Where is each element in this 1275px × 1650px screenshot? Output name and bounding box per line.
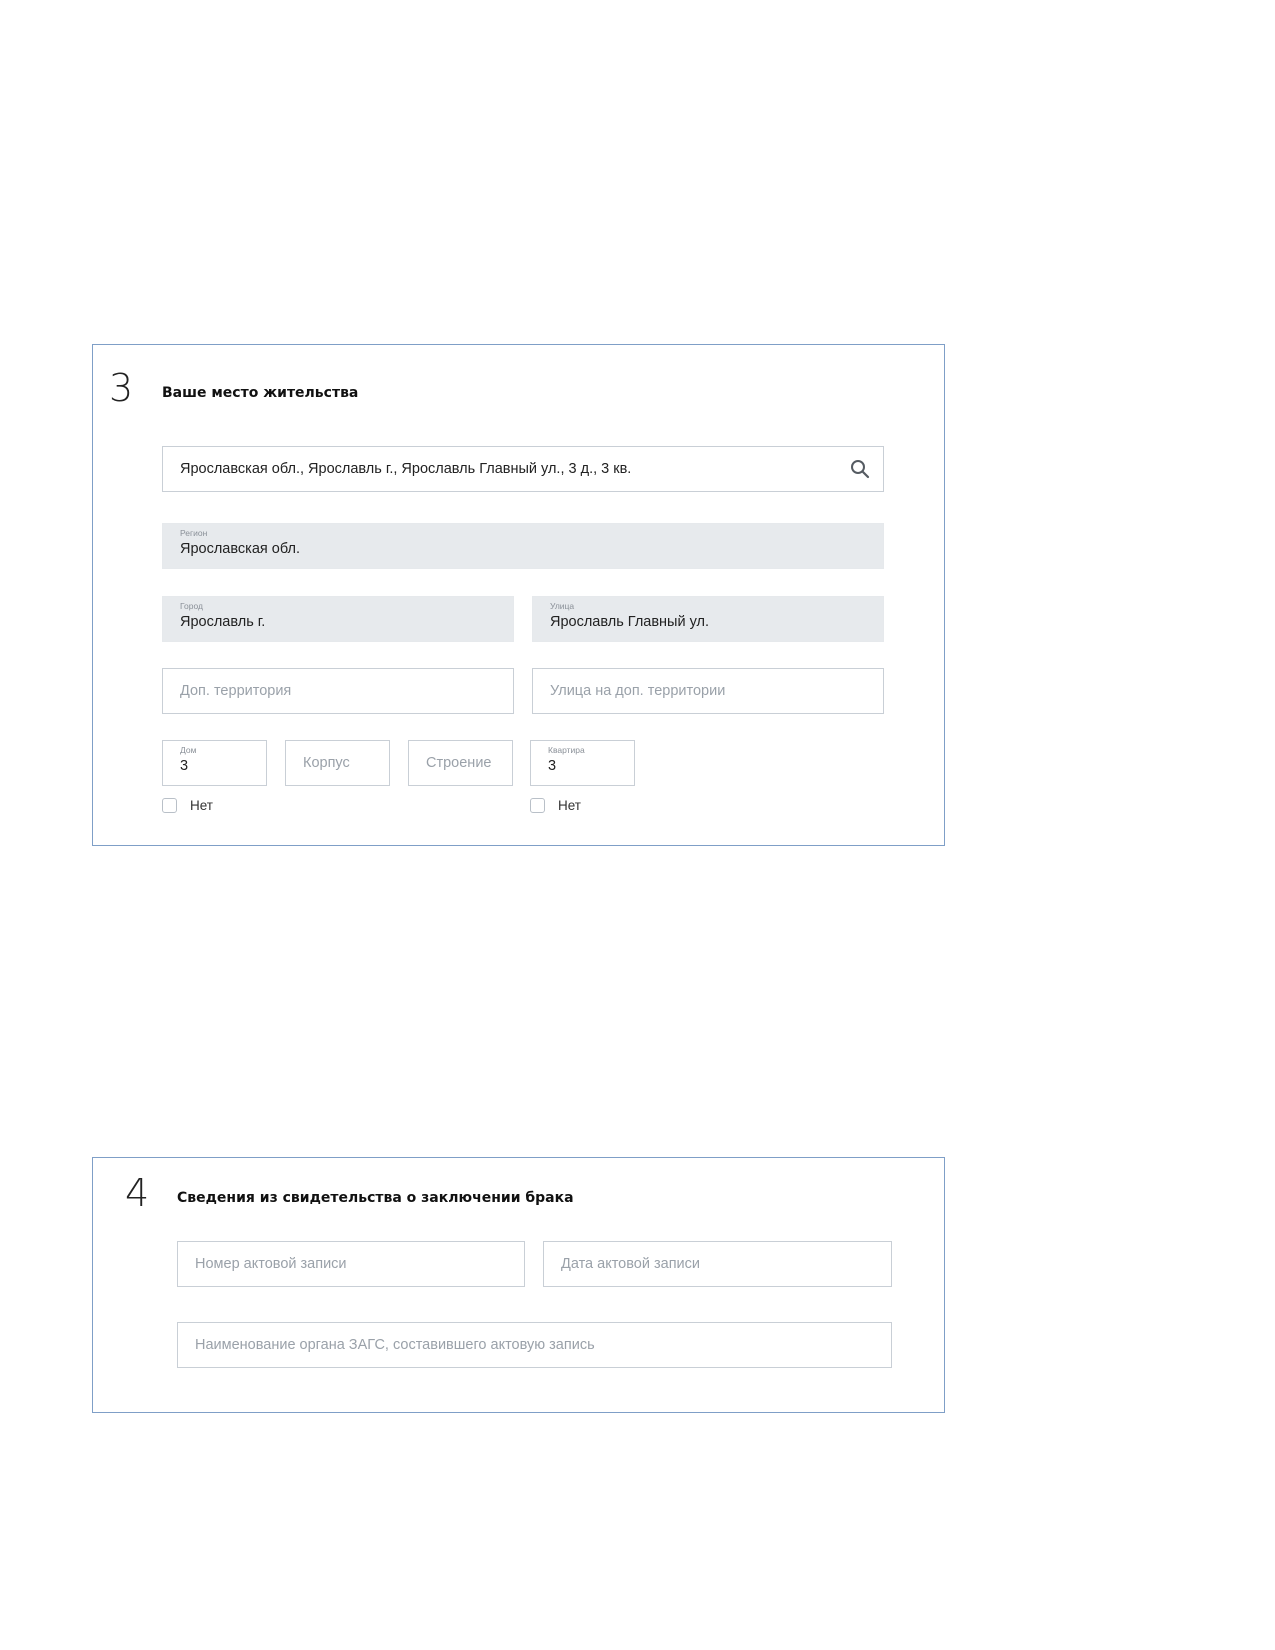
region-field: Регион Ярославская обл. bbox=[162, 523, 884, 569]
record-date-placeholder: Дата актовой записи bbox=[561, 1256, 700, 1272]
extra-territory-street-input[interactable]: Улица на доп. территории bbox=[532, 668, 884, 714]
marriage-certificate-section: 4 Сведения из свидетельства о заключении… bbox=[92, 1157, 945, 1413]
region-value: Ярославская обл. bbox=[180, 541, 300, 557]
checkbox-label: Нет bbox=[558, 798, 581, 813]
region-label: Регион bbox=[180, 528, 208, 538]
apartment-none-checkbox[interactable]: Нет bbox=[530, 798, 581, 813]
house-none-checkbox[interactable]: Нет bbox=[162, 798, 213, 813]
address-search-input[interactable]: Ярославская обл., Ярославль г., Ярославл… bbox=[162, 446, 884, 492]
registry-office-name-input[interactable]: Наименование органа ЗАГС, составившего а… bbox=[177, 1322, 892, 1368]
structure-input[interactable]: Строение bbox=[408, 740, 513, 786]
checkbox-box[interactable] bbox=[530, 798, 545, 813]
residence-section: 3 Ваше место жительства Ярославская обл.… bbox=[92, 344, 945, 846]
extra-territory-street-placeholder: Улица на доп. территории bbox=[550, 683, 726, 699]
address-search-value: Ярославская обл., Ярославль г., Ярославл… bbox=[180, 461, 632, 477]
house-label: Дом bbox=[180, 745, 197, 755]
apartment-label: Квартира bbox=[548, 745, 585, 755]
checkbox-box[interactable] bbox=[162, 798, 177, 813]
section-title: Сведения из свидетельства о заключении б… bbox=[177, 1190, 574, 1206]
structure-placeholder: Строение bbox=[426, 755, 492, 771]
city-label: Город bbox=[180, 601, 203, 611]
apartment-input[interactable]: Квартира 3 bbox=[530, 740, 635, 786]
section-title: Ваше место жительства bbox=[162, 385, 359, 401]
house-input[interactable]: Дом 3 bbox=[162, 740, 267, 786]
checkbox-label: Нет bbox=[190, 798, 213, 813]
search-icon[interactable] bbox=[850, 459, 870, 479]
street-value: Ярославль Главный ул. bbox=[550, 614, 710, 630]
building-input[interactable]: Корпус bbox=[285, 740, 390, 786]
city-value: Ярославль г. bbox=[180, 614, 266, 630]
extra-territory-input[interactable]: Доп. территория bbox=[162, 668, 514, 714]
extra-territory-placeholder: Доп. территория bbox=[180, 683, 292, 699]
house-value: 3 bbox=[180, 758, 189, 774]
apartment-value: 3 bbox=[548, 758, 557, 774]
building-placeholder: Корпус bbox=[303, 755, 350, 771]
registry-office-name-placeholder: Наименование органа ЗАГС, составившего а… bbox=[195, 1337, 595, 1353]
step-number: 3 bbox=[109, 366, 134, 410]
street-label: Улица bbox=[550, 601, 575, 611]
city-field: Город Ярославль г. bbox=[162, 596, 514, 642]
step-number: 4 bbox=[125, 1171, 150, 1215]
record-number-placeholder: Номер актовой записи bbox=[195, 1256, 347, 1272]
record-date-input[interactable]: Дата актовой записи bbox=[543, 1241, 892, 1287]
record-number-input[interactable]: Номер актовой записи bbox=[177, 1241, 525, 1287]
street-field: Улица Ярославль Главный ул. bbox=[532, 596, 884, 642]
